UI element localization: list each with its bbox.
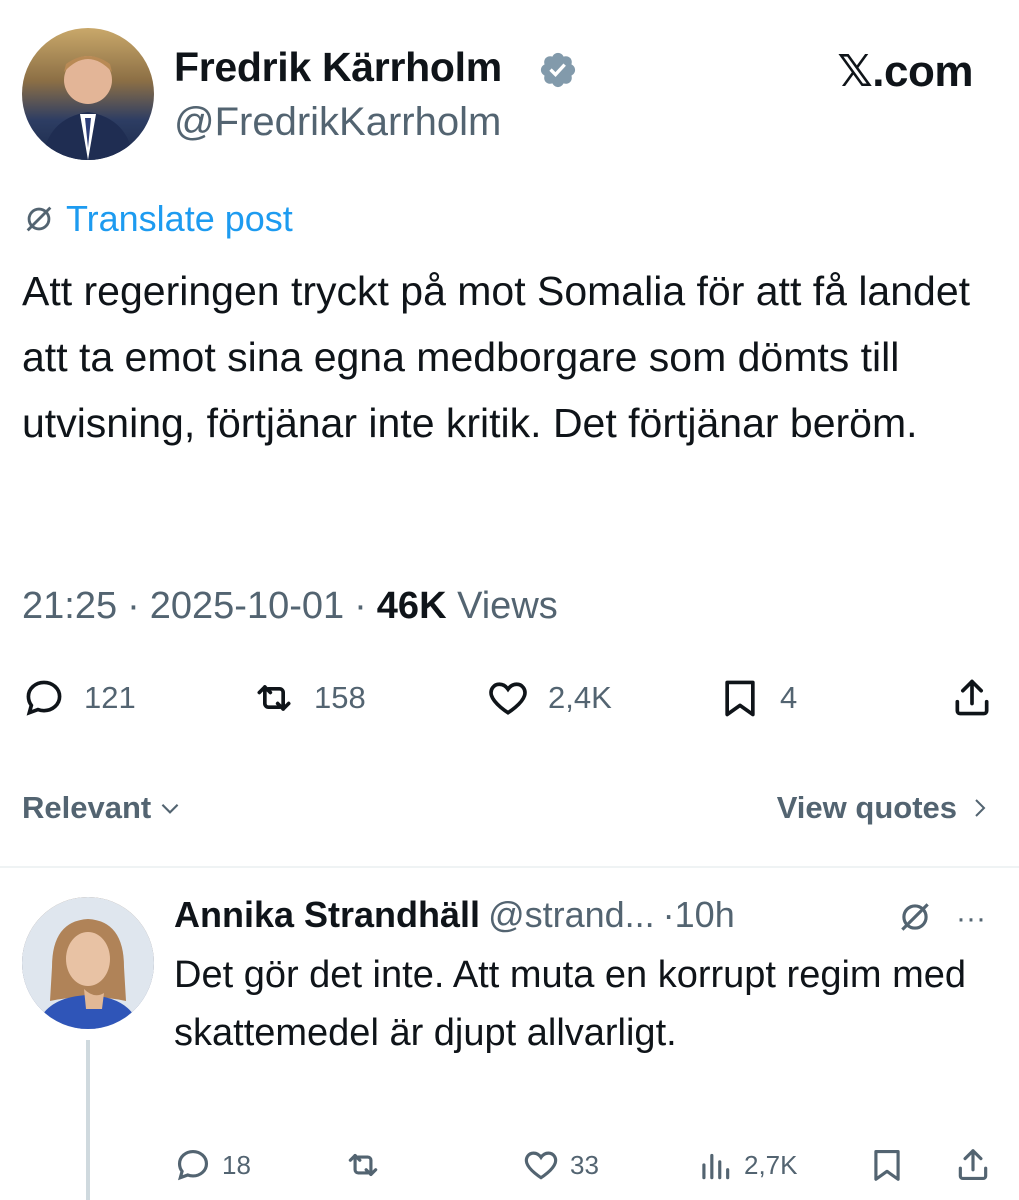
bookmark-button[interactable]: 4 (718, 676, 797, 720)
bookmark-icon (868, 1146, 906, 1184)
bookmark-icon (718, 676, 762, 720)
verified-badge-icon (538, 50, 578, 90)
translate-icon (22, 202, 56, 236)
post-meta: 21:25 · 2025-10-01 · 46K Views (22, 585, 558, 628)
sort-label: Relevant (22, 790, 152, 825)
repost-icon (252, 676, 296, 720)
share-icon (950, 676, 994, 720)
like-button[interactable]: 2,4K (486, 676, 612, 720)
meta-separator: · (354, 585, 367, 627)
view-quotes-link[interactable]: View quotes (777, 790, 991, 826)
reply-icon (174, 1146, 212, 1184)
reply-time[interactable]: ·10h (663, 894, 735, 936)
reply-reply-button[interactable]: 18 (174, 1146, 251, 1184)
reply-header: Annika Strandhäll @strand... ·10h (174, 894, 735, 936)
reply-author-name[interactable]: Annika Strandhäll (174, 894, 480, 936)
repost-button[interactable]: 158 (252, 676, 366, 720)
heart-icon (486, 676, 530, 720)
chevron-down-icon (157, 795, 183, 821)
reply-icon (22, 676, 66, 720)
reply-reply-count: 18 (222, 1149, 251, 1180)
author-name[interactable]: Fredrik Kärrholm (174, 44, 502, 91)
reply-views-button[interactable]: 2,7K (696, 1146, 798, 1184)
reply-text: Det gör det inte. Att muta en korrupt re… (174, 954, 967, 1054)
chevron-right-icon (967, 795, 991, 821)
reply-share-button[interactable] (954, 1146, 992, 1184)
reply-bookmark-button[interactable] (868, 1146, 906, 1184)
bookmark-count: 4 (780, 680, 798, 715)
section-divider (0, 866, 1019, 868)
views-label: Views (457, 585, 558, 627)
repost-icon (344, 1146, 382, 1184)
reply-like-button[interactable]: 33 (522, 1146, 599, 1184)
share-icon (954, 1146, 992, 1184)
author-avatar[interactable] (22, 28, 154, 160)
reply-button[interactable]: 121 (22, 676, 136, 720)
sort-dropdown[interactable]: Relevant (22, 790, 183, 826)
author-handle[interactable]: @FredrikKarrholm (174, 100, 501, 145)
reply-views-count: 2,7K (744, 1149, 798, 1180)
reply-author-handle[interactable]: @strand... (488, 894, 655, 936)
translate-post-link[interactable]: Translate post (22, 198, 293, 240)
post-time[interactable]: 21:25 (22, 585, 117, 628)
repost-count: 158 (314, 680, 366, 715)
more-options-icon[interactable]: ··· (956, 902, 996, 935)
reply-like-count: 33 (570, 1149, 599, 1180)
thread-line (86, 1040, 90, 1200)
share-button[interactable] (950, 676, 994, 720)
reply-count: 121 (84, 680, 136, 715)
x-logo: 𝕏.com (837, 47, 973, 96)
views-count: 46K (376, 585, 447, 627)
translate-label: Translate post (66, 198, 293, 239)
post-date[interactable]: 2025-10-01 (150, 585, 344, 628)
post-text: Att regeringen tryckt på mot Somalia för… (22, 268, 971, 446)
translate-icon[interactable] (896, 898, 934, 936)
like-count: 2,4K (548, 680, 612, 715)
heart-icon (522, 1146, 560, 1184)
view-quotes-label: View quotes (776, 790, 957, 825)
meta-separator: · (127, 585, 140, 627)
reply-author-avatar[interactable] (22, 897, 154, 1029)
analytics-icon (696, 1146, 734, 1184)
reply-repost-button[interactable] (344, 1146, 382, 1184)
